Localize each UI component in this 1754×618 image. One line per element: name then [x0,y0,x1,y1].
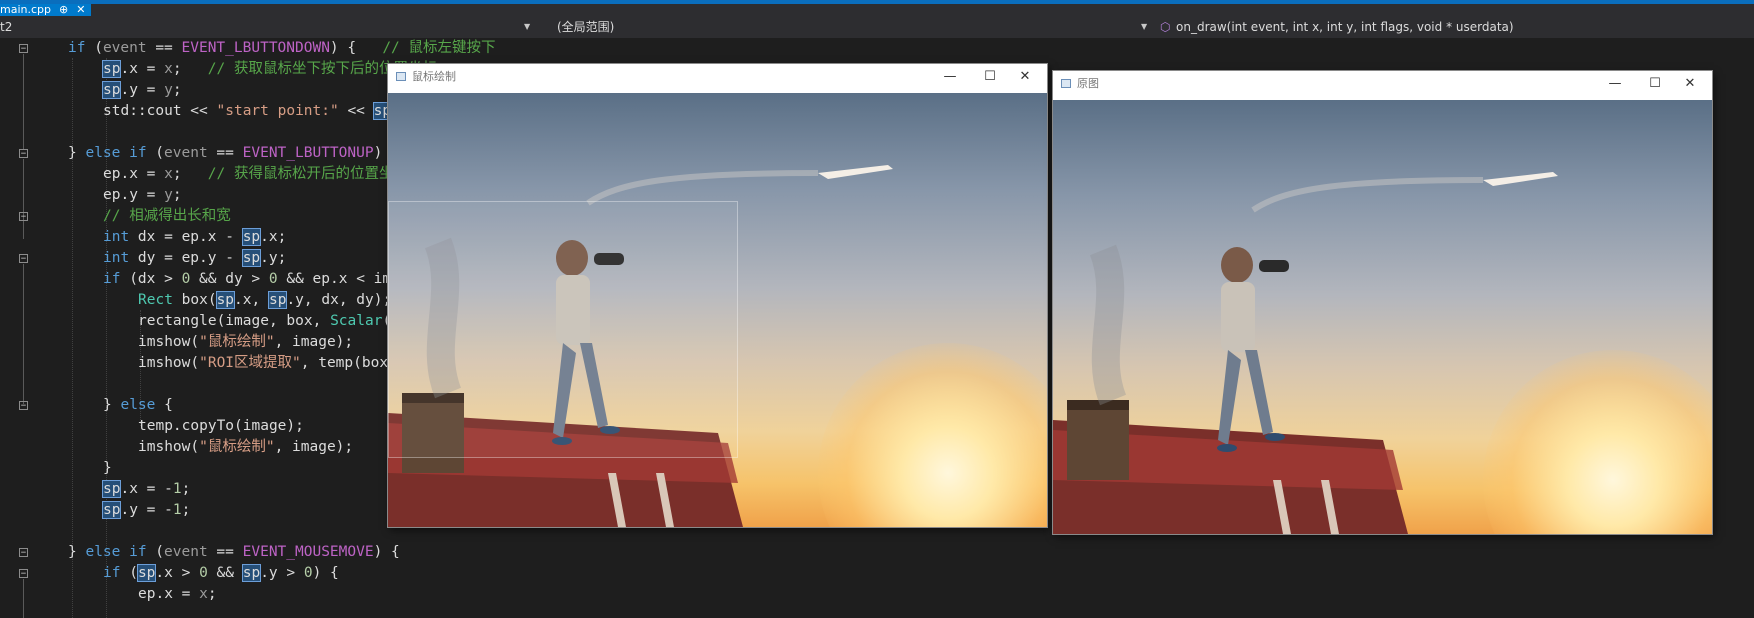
tab-bar: main.cpp ⊕ ✕ [0,4,1754,16]
function-icon: ⬡ [1160,20,1171,34]
original-window[interactable]: 原图 — ☐ ✕ [1053,71,1712,534]
window-app-icon [1061,79,1071,88]
code-line: sp.y = y; [101,81,182,99]
minimize-button[interactable]: — [1598,71,1632,97]
code-line: int dx = ep.x - sp.x; [103,228,287,246]
code-line: imshow("鼠标绘制", image); [138,439,354,455]
fold-toggle-icon[interactable]: − [19,149,28,159]
fold-toggle-icon[interactable]: − [19,44,28,54]
pin-icon[interactable]: ⊕ [59,3,68,16]
code-line: } else if (event == EVENT_LBUTTONUP) { [68,145,400,161]
window-titlebar[interactable]: 鼠标绘制 — ☐ ✕ [388,64,1047,93]
window-title: 原图 [1077,77,1099,90]
tab-main-cpp[interactable]: main.cpp ⊕ ✕ [0,3,92,16]
close-icon[interactable]: ✕ [76,3,85,16]
close-button[interactable]: ✕ [1673,71,1707,97]
image-canvas[interactable] [388,93,1047,527]
maximize-button[interactable]: ☐ [973,64,1007,90]
function-dropdown[interactable]: on_draw(int event, int x, int y, int fla… [1176,16,1514,38]
chevron-down-icon[interactable]: ▼ [1141,16,1147,38]
fold-toggle-icon[interactable]: − [19,212,28,222]
code-line: int dy = ep.y - sp.y; [103,249,287,267]
selection-rectangle [388,201,738,458]
code-line: if (event == EVENT_LBUTTONDOWN) { // 鼠标左… [68,40,496,56]
draw-window[interactable]: 鼠标绘制 — ☐ ✕ [388,64,1047,527]
code-line: } else if (event == EVENT_MOUSEMOVE) { [68,544,400,560]
fold-line [23,159,24,239]
code-line: imshow("ROI区域提取", temp(box)); [138,355,415,371]
fold-line [23,264,24,404]
fold-toggle-icon[interactable]: − [19,548,28,558]
image-canvas[interactable] [1053,100,1712,534]
maximize-button[interactable]: ☐ [1638,71,1672,97]
navigation-bar: t2 ▼ (全局范围) ▼ ⬡ on_draw(int event, int x… [0,16,1754,39]
chevron-down-icon[interactable]: ▼ [524,16,530,38]
code-line: Rect box(sp.x, sp.y, dx, dy); [138,291,392,309]
fold-line [23,579,24,618]
fold-line [23,54,24,149]
code-line: sp.x = -1; [101,480,191,498]
fold-toggle-icon[interactable]: − [19,401,28,411]
code-line: imshow("鼠标绘制", image); [138,334,354,350]
code-line: temp.copyTo(image); [138,418,304,434]
fold-toggle-icon[interactable]: − [19,254,28,264]
fold-toggle-icon[interactable]: − [19,569,28,579]
project-dropdown[interactable]: t2 [0,16,12,38]
code-line: ep.y = y; [103,187,182,203]
code-line: sp.x = x; // 获取鼠标坐下按下后的位置坐标 [101,60,437,78]
code-line: ep.x = x; // 获得鼠标松开后的位置坐标 [103,166,408,182]
close-button[interactable]: ✕ [1008,64,1042,90]
code-line: } [103,460,112,476]
tab-label: main.cpp [0,3,51,16]
code-line: } else { [103,397,173,413]
minimize-button[interactable]: — [933,64,967,90]
scope-dropdown[interactable]: (全局范围) [557,16,614,38]
code-line: ep.x = x; [138,586,217,602]
window-titlebar[interactable]: 原图 — ☐ ✕ [1053,71,1712,100]
code-line: // 相减得出长和宽 [103,208,231,224]
code-line: if (sp.x > 0 && sp.y > 0) { [103,564,339,582]
indent-guide [72,58,74,618]
code-line: sp.y = -1; [101,501,191,519]
window-app-icon [396,72,406,81]
gutter: − − − − − − − [0,38,38,618]
scene-illustration [1053,172,1558,534]
window-title: 鼠标绘制 [412,70,456,83]
indent-guide [106,58,108,618]
